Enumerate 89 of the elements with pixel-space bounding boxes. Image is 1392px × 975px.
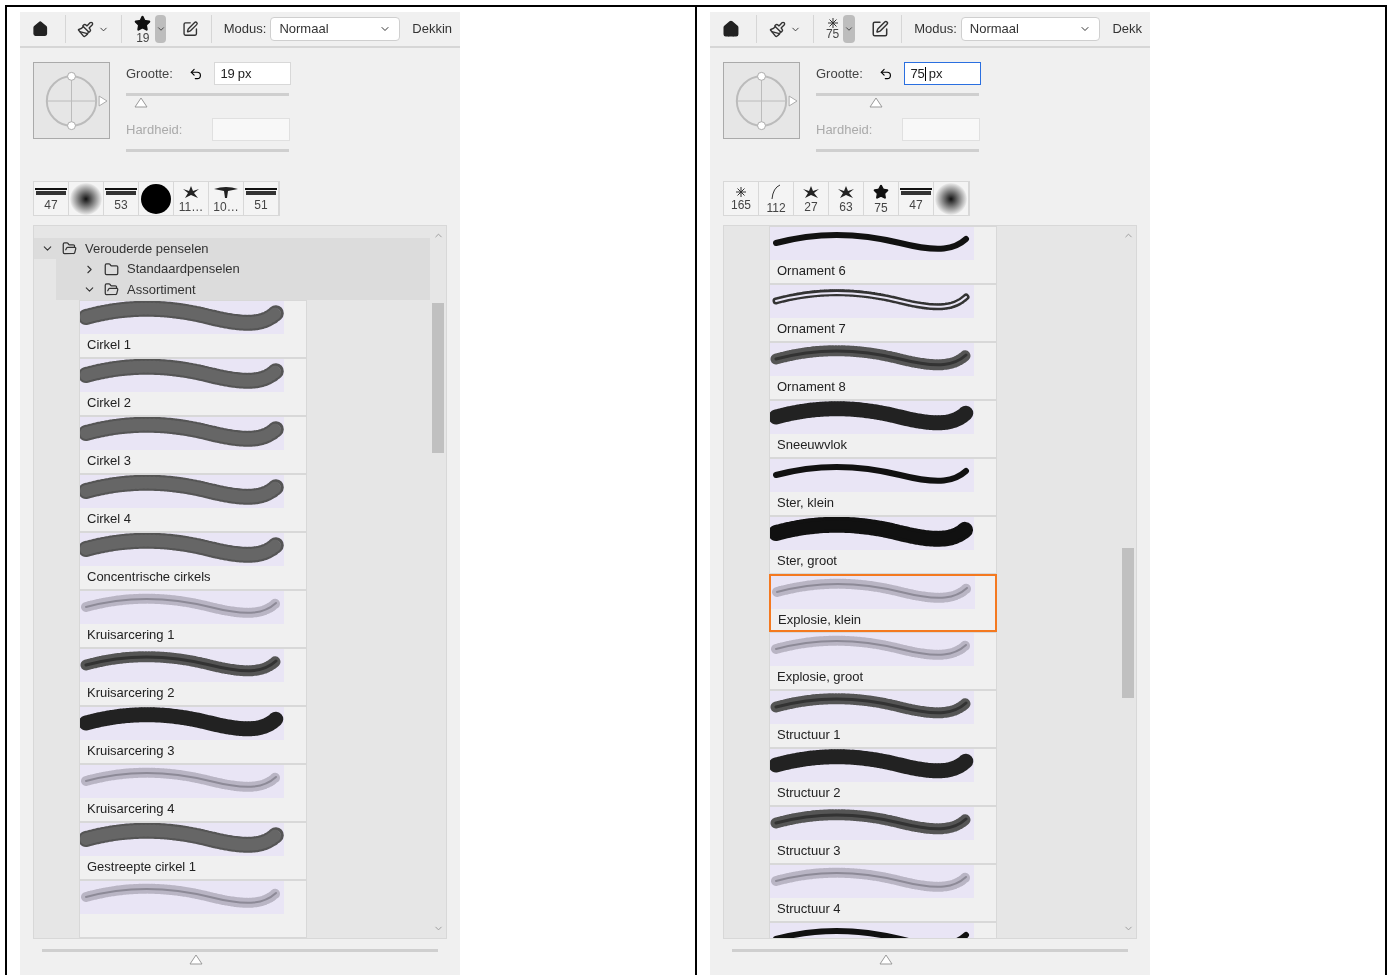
brush-preset-swatch[interactable]: 51 <box>244 182 279 215</box>
paintbrush-icon <box>77 20 95 38</box>
hardness-field[interactable] <box>212 118 290 141</box>
mode-label: Modus: <box>914 20 957 39</box>
brush-item[interactable]: Structuur 2 <box>769 748 997 806</box>
brush-preset-swatch[interactable]: 63 <box>829 182 864 215</box>
size-label: Grootte: <box>126 64 174 83</box>
brush-item[interactable]: Cirkel 3 <box>79 416 307 474</box>
brush-item[interactable]: Sneeuwvlok <box>769 400 997 458</box>
slider-thumb[interactable] <box>879 954 894 965</box>
caret-icon <box>844 24 855 34</box>
opacity-label: Dekk <box>1112 20 1142 39</box>
brush-item[interactable]: Cirkel 2 <box>79 358 307 416</box>
brush-item[interactable]: Ornament 6 <box>769 226 997 284</box>
size-slider[interactable] <box>816 93 979 109</box>
opacity-label: Dekkin <box>412 20 452 39</box>
sparkle-icon <box>736 186 746 197</box>
size-field[interactable]: 75 px <box>904 62 981 85</box>
sparkle-icon <box>827 18 838 28</box>
brush-tool-button[interactable] <box>768 20 801 38</box>
size-label: Grootte: <box>816 64 864 83</box>
folder-icon <box>62 240 77 256</box>
text-caret <box>924 66 926 81</box>
thumbnail-size-slider[interactable] <box>732 949 1128 967</box>
brush-tool-button[interactable] <box>77 20 110 38</box>
brush-preset-swatch[interactable] <box>934 182 969 215</box>
brush-preset-swatch[interactable]: 47 <box>34 182 69 215</box>
mode-dropdown[interactable]: Normaal <box>270 17 401 41</box>
folder-row[interactable]: Verouderde penselen <box>34 238 430 259</box>
brush-item[interactable]: Ornament 7 <box>769 284 997 342</box>
mode-label: Modus: <box>223 20 267 39</box>
brush-item[interactable]: Kruisarcering 3 <box>79 706 307 764</box>
star-icon <box>873 183 889 200</box>
brush-preset-swatch[interactable]: 112 <box>759 182 794 215</box>
slider-thumb[interactable] <box>189 954 204 965</box>
round-brush-icon <box>140 182 172 215</box>
size-field[interactable]: 19 px <box>214 62 291 85</box>
reset-icon[interactable] <box>188 66 203 81</box>
soft-brush-icon <box>70 182 102 215</box>
scrollbar-thumb[interactable] <box>1122 548 1134 698</box>
soft-brush-icon <box>935 182 967 215</box>
folder-row[interactable]: Standaardpenselen <box>56 258 430 280</box>
brush-preset-button[interactable]: 75 <box>825 18 840 40</box>
brush-preset-swatch[interactable]: 75 <box>864 182 899 215</box>
brush-item[interactable]: Explosie, groot <box>769 632 997 690</box>
hardness-label: Hardheid: <box>126 120 184 139</box>
brush-preset-button[interactable]: 19 <box>134 14 152 44</box>
folder-icon <box>104 261 119 277</box>
preset-dropdown-button[interactable] <box>843 15 856 43</box>
brush-item[interactable]: Cirkel 1 <box>79 300 307 358</box>
brush-settings-icon[interactable] <box>182 20 199 38</box>
folder-icon <box>104 282 119 298</box>
preset-dropdown-button[interactable] <box>155 15 167 43</box>
hardness-field[interactable] <box>902 118 980 141</box>
brush-item[interactable]: Gestreepte cirkel 1 <box>79 822 307 880</box>
brush-item[interactable]: Explosie, klein <box>769 574 997 632</box>
mode-dropdown[interactable]: Normaal <box>960 17 1101 41</box>
brush-settings-icon[interactable] <box>871 20 890 38</box>
brush-item[interactable]: Concentrische cirkels <box>79 532 307 590</box>
brush-item[interactable]: Ornament 8 <box>769 342 997 400</box>
star-icon <box>134 14 152 32</box>
home-icon[interactable] <box>32 20 49 38</box>
brush-item[interactable]: Structuur 4 <box>769 864 997 922</box>
brush-preset-swatch[interactable]: 165 <box>724 182 759 215</box>
brush-item[interactable]: Kruisarcering 4 <box>79 764 307 822</box>
brush-preset-swatch[interactable]: 47 <box>899 182 934 215</box>
brush-item[interactable]: Cirkel 4 <box>79 474 307 532</box>
brush-preset-swatch[interactable] <box>69 182 104 215</box>
brush-preset-swatch[interactable]: 27 <box>794 182 829 215</box>
home-icon[interactable] <box>722 20 740 38</box>
brush-preset-swatch[interactable]: 11… <box>174 182 209 215</box>
brush-item[interactable]: Ster, groot <box>769 516 997 574</box>
brush-item[interactable]: Kruisarcering 1 <box>79 590 307 648</box>
brush-item[interactable]: Structuur 1 <box>769 690 997 748</box>
size-slider[interactable] <box>126 93 289 109</box>
brush-item[interactable]: Structuur 3 <box>769 806 997 864</box>
thumbnail-size-slider[interactable] <box>42 949 438 967</box>
brush-item[interactable]: Ster, klein <box>769 458 997 516</box>
reset-icon[interactable] <box>878 66 893 81</box>
brush-preset-swatch[interactable] <box>139 182 174 215</box>
paintbrush-icon <box>768 20 786 38</box>
brush-item[interactable]: Kruisarcering 2 <box>79 648 307 706</box>
brush-preset-swatch[interactable]: 10… <box>209 182 244 215</box>
caret-icon <box>155 24 166 34</box>
scrollbar-thumb[interactable] <box>432 303 444 453</box>
hardness-label: Hardheid: <box>816 120 874 139</box>
brush-preset-swatch[interactable]: 53 <box>104 182 139 215</box>
curve-stroke-icon <box>771 183 781 200</box>
folder-row[interactable]: Assortiment <box>56 279 430 300</box>
